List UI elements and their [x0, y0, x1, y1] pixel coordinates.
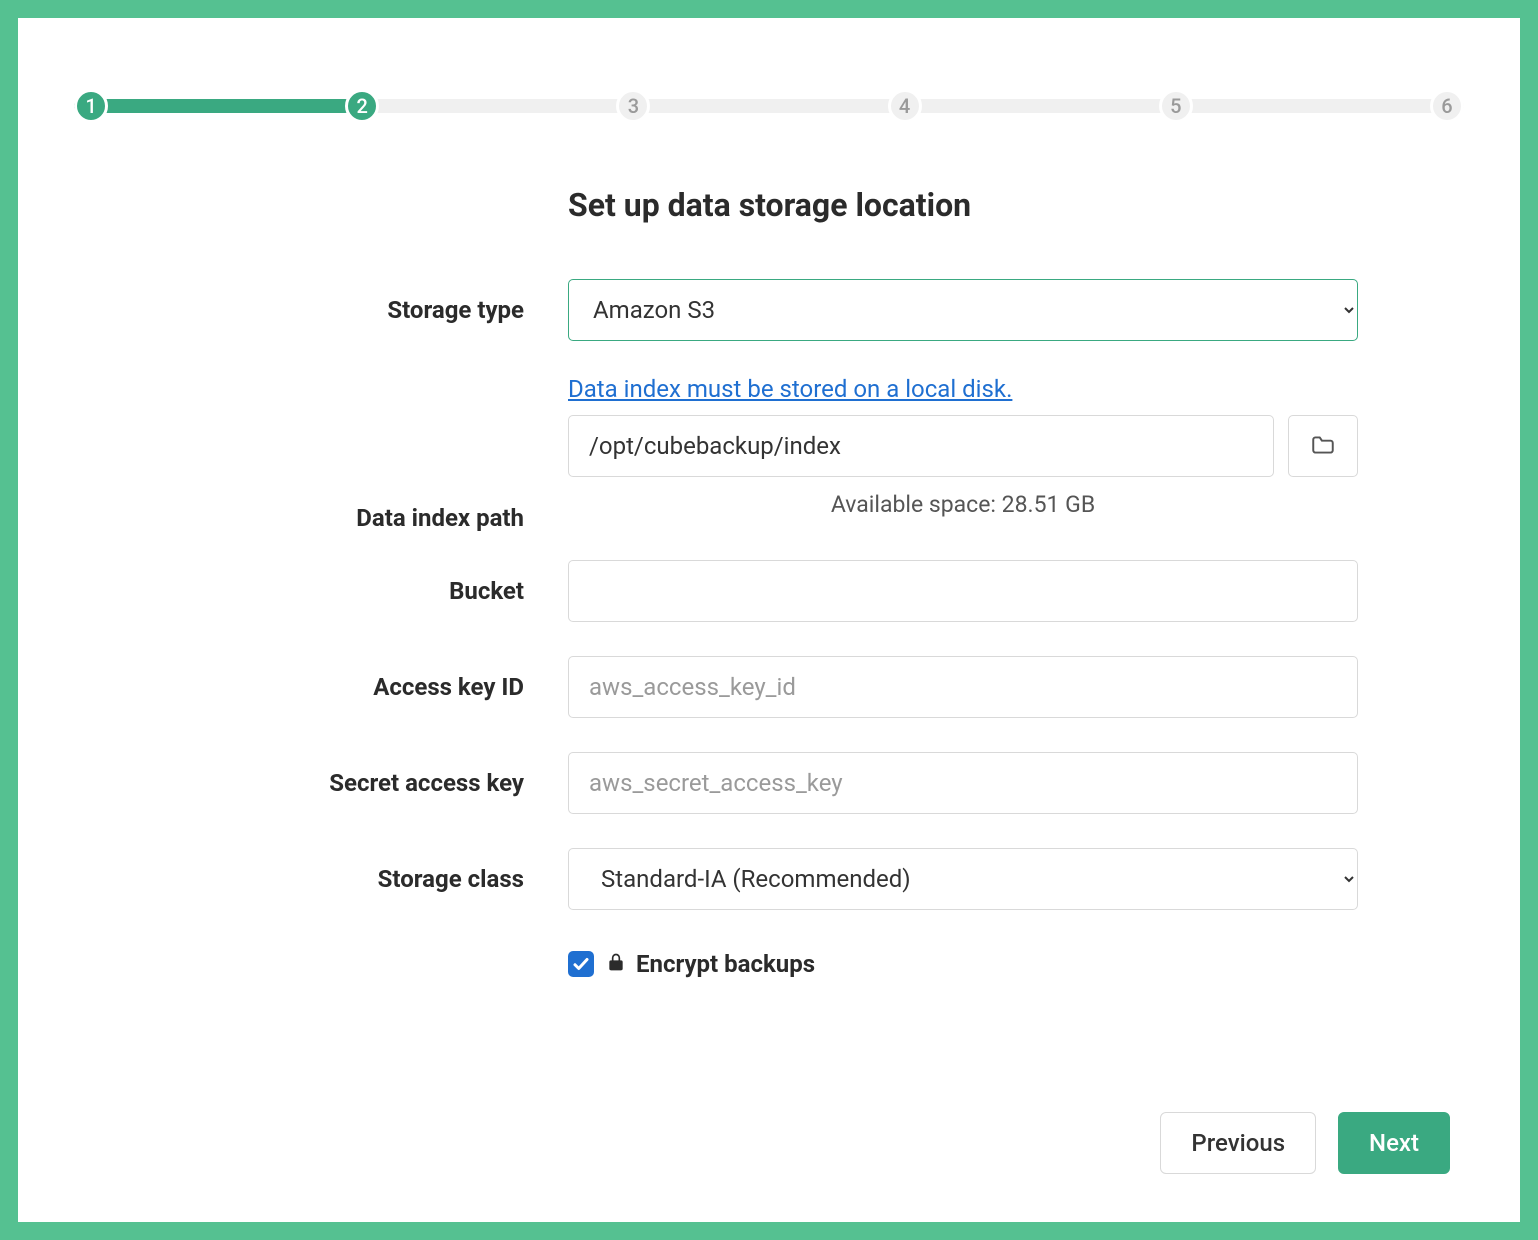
- storage-form: Storage type Amazon S3 Data index path D…: [68, 279, 1470, 978]
- wizard-frame: 1 2 3 4 5 6 Set up data storage location…: [0, 0, 1538, 1240]
- step-4[interactable]: 4: [888, 89, 922, 123]
- access-key-id-input[interactable]: [568, 656, 1358, 718]
- data-index-path-label: Data index path: [68, 504, 568, 548]
- page-title: Set up data storage location: [568, 186, 1470, 224]
- encrypt-backups-label: Encrypt backups: [636, 950, 815, 978]
- previous-button[interactable]: Previous: [1160, 1112, 1316, 1174]
- storage-type-select[interactable]: Amazon S3: [568, 279, 1358, 341]
- storage-class-label: Storage class: [68, 865, 568, 893]
- checkbox-checked-icon: [568, 951, 594, 977]
- bucket-label: Bucket: [68, 577, 568, 605]
- secret-access-key-label: Secret access key: [68, 769, 568, 797]
- step-1[interactable]: 1: [74, 89, 108, 123]
- lock-icon: [606, 950, 626, 978]
- step-6[interactable]: 6: [1430, 89, 1464, 123]
- index-path-hint-link[interactable]: Data index must be stored on a local dis…: [568, 375, 1358, 403]
- storage-type-label: Storage type: [68, 296, 568, 324]
- step-3[interactable]: 3: [616, 89, 650, 123]
- access-key-id-label: Access key ID: [68, 673, 568, 701]
- encrypt-backups-toggle[interactable]: Encrypt backups: [568, 950, 1358, 978]
- data-index-path-input[interactable]: [568, 415, 1274, 477]
- step-progress: 1 2 3 4 5 6: [74, 86, 1464, 126]
- secret-access-key-input[interactable]: [568, 752, 1358, 814]
- step-2[interactable]: 2: [345, 89, 379, 123]
- wizard-footer: Previous Next: [1160, 1112, 1450, 1174]
- bucket-input[interactable]: [568, 560, 1358, 622]
- step-5[interactable]: 5: [1159, 89, 1193, 123]
- browse-folder-button[interactable]: [1288, 415, 1358, 477]
- folder-icon: [1310, 432, 1336, 461]
- next-button[interactable]: Next: [1338, 1112, 1450, 1174]
- available-space-text: Available space: 28.51 GB: [568, 491, 1358, 518]
- storage-class-select[interactable]: Standard-IA (Recommended): [568, 848, 1358, 910]
